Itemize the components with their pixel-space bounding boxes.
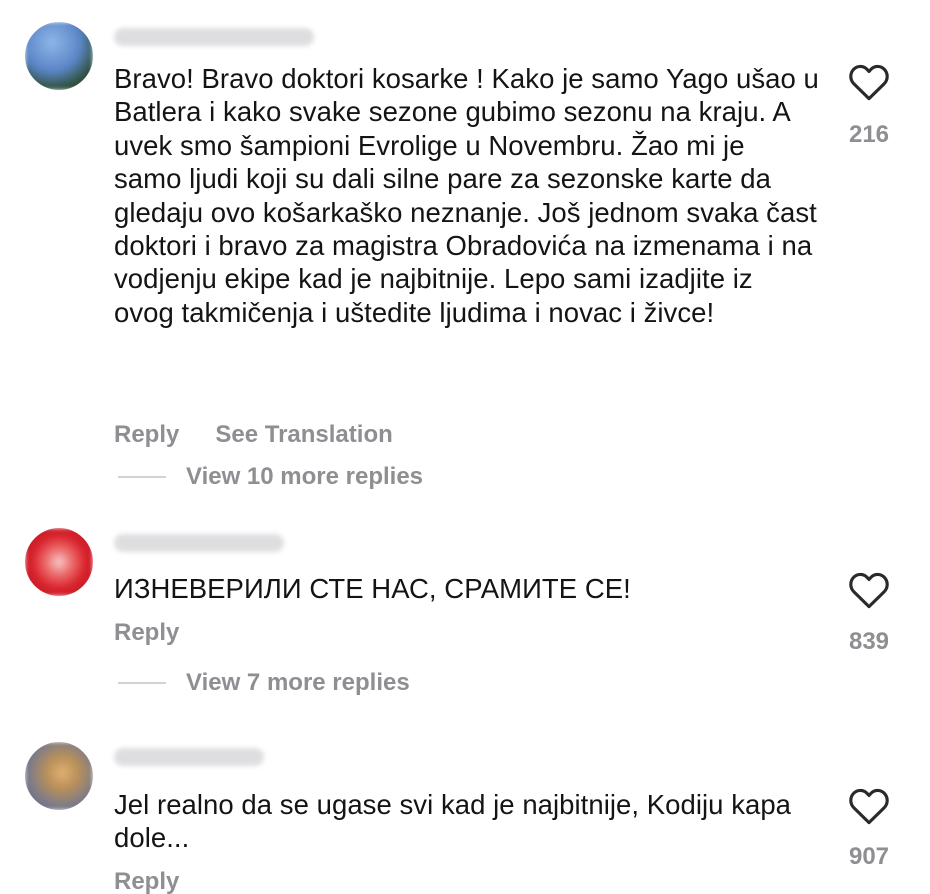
avatar[interactable] — [25, 742, 93, 810]
like-count: 907 — [848, 843, 890, 870]
avatar[interactable] — [25, 22, 93, 90]
heart-outline-icon[interactable] — [848, 786, 890, 826]
comment-actions: Reply — [114, 868, 179, 894]
like-count: 839 — [848, 628, 890, 655]
reply-button[interactable]: Reply — [114, 619, 179, 646]
view-more-replies[interactable]: View 10 more replies — [118, 463, 423, 491]
username-blurred[interactable] — [114, 748, 264, 766]
like-count: 216 — [848, 121, 890, 148]
heart-outline-icon[interactable] — [848, 62, 890, 102]
view-replies-label: View 10 more replies — [186, 463, 424, 490]
view-more-replies[interactable]: View 7 more replies — [118, 669, 410, 697]
reply-button[interactable]: Reply — [114, 868, 179, 894]
username-blurred[interactable] — [114, 28, 314, 46]
avatar[interactable] — [25, 528, 93, 596]
comment-text: ИЗНЕВЕРИЛИ СТЕ НАС, СРАМИТЕ СЕ! — [114, 573, 631, 604]
heart-outline-icon[interactable] — [848, 570, 890, 610]
see-translation-button[interactable]: See Translation — [215, 421, 392, 448]
comment-text: Jel realno da se ugase svi kad je najbit… — [114, 789, 792, 854]
replies-divider — [118, 682, 166, 684]
comment-actions: Reply — [114, 619, 179, 647]
replies-divider — [118, 476, 166, 478]
comment-actions: Reply See Translation — [114, 421, 393, 449]
reply-button[interactable]: Reply — [114, 421, 179, 448]
username-blurred[interactable] — [114, 534, 284, 552]
comment-text: Bravo! Bravo doktori kosarke ! Kako je s… — [114, 63, 819, 328]
view-replies-label: View 7 more replies — [186, 669, 410, 696]
